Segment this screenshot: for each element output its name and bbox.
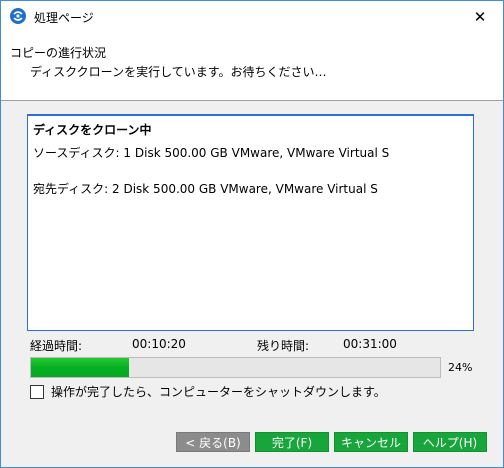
elapsed-time-value: 00:10:20 — [132, 337, 186, 351]
progress-bar — [30, 357, 441, 378]
shutdown-checkbox[interactable] — [30, 384, 44, 399]
log-heading: ディスクをクローン中 — [33, 123, 152, 137]
progress-bar-fill — [31, 358, 129, 377]
page-title: コピーの進行状況 — [10, 46, 107, 60]
target-disk-line: 宛先ディスク: 2 Disk 500.00 GB VMware, VMware … — [33, 182, 378, 196]
source-disk-line: ソースディスク: 1 Disk 500.00 GB VMware, VMware… — [33, 146, 390, 160]
remaining-time-label: 残り時間: — [257, 339, 310, 353]
progress-percent: 24% — [448, 361, 473, 374]
shutdown-option[interactable]: 操作が完了したら、コンピューターをシャットダウンします。 — [30, 383, 386, 400]
clone-progress-dialog: 処理ページ ✕ コピーの進行状況 ディスククローンを実行しています。お待ちくださ… — [0, 0, 504, 468]
title-bar: 処理ページ ✕ — [1, 1, 503, 32]
finish-button[interactable]: 完了(F) — [255, 432, 329, 452]
back-button[interactable]: < 戻る(B) — [176, 432, 250, 452]
close-button[interactable]: ✕ — [457, 1, 503, 32]
elapsed-time-label: 経過時間: — [30, 339, 83, 353]
cancel-button[interactable]: キャンセル — [334, 432, 408, 452]
close-icon: ✕ — [473, 7, 487, 26]
shutdown-checkbox-label[interactable]: 操作が完了したら、コンピューターをシャットダウンします。 — [51, 383, 386, 400]
remaining-time-value: 00:31:00 — [343, 337, 397, 351]
window-title: 処理ページ — [34, 11, 94, 25]
page-subtitle: ディスククローンを実行しています。お待ちください… — [30, 65, 327, 79]
page-header: コピーの進行状況 ディスククローンを実行しています。お待ちください… — [1, 32, 503, 101]
app-logo-icon — [10, 8, 26, 24]
operation-log: ディスクをクローン中 ソースディスク: 1 Disk 500.00 GB VMw… — [27, 114, 474, 331]
help-button[interactable]: ヘルプ(H) — [413, 432, 487, 452]
